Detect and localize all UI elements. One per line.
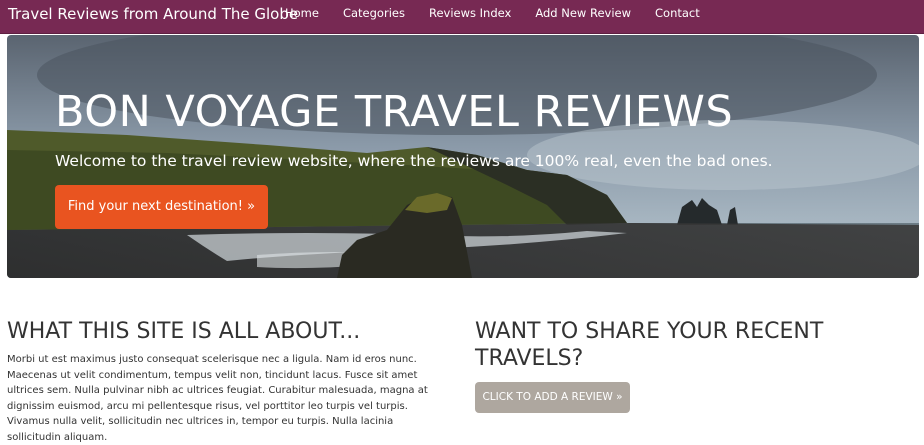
find-destination-button[interactable]: Find your next destination! » [55,185,268,229]
share-section: WANT TO SHARE YOUR RECENT TRAVELS? CLICK… [475,318,905,413]
hero-banner: BON VOYAGE TRAVEL REVIEWS Welcome to the… [7,35,919,278]
add-review-button[interactable]: CLICK TO ADD A REVIEW » [475,382,630,413]
share-heading: WANT TO SHARE YOUR RECENT TRAVELS? [475,319,824,371]
hero-title: BON VOYAGE TRAVEL REVIEWS [55,87,734,137]
nav-links: Home Categories Reviews Index Add New Re… [285,0,724,33]
about-text: Morbi ut est maximus justo consequat sce… [7,354,428,443]
hero-subtitle: Welcome to the travel review website, wh… [55,152,773,170]
site-brand[interactable]: Travel Reviews from Around The Globe [8,5,298,23]
about-section: WHAT THIS SITE IS ALL ABOUT... Morbi ut … [7,318,432,445]
top-navbar: Travel Reviews from Around The Globe Hom… [0,0,924,34]
nav-categories[interactable]: Categories [343,0,405,33]
nav-reviews-index[interactable]: Reviews Index [429,0,511,33]
nav-add-new-review[interactable]: Add New Review [535,0,631,33]
nav-contact[interactable]: Contact [655,0,700,33]
about-heading: WHAT THIS SITE IS ALL ABOUT... [7,319,361,344]
nav-home[interactable]: Home [285,0,319,33]
